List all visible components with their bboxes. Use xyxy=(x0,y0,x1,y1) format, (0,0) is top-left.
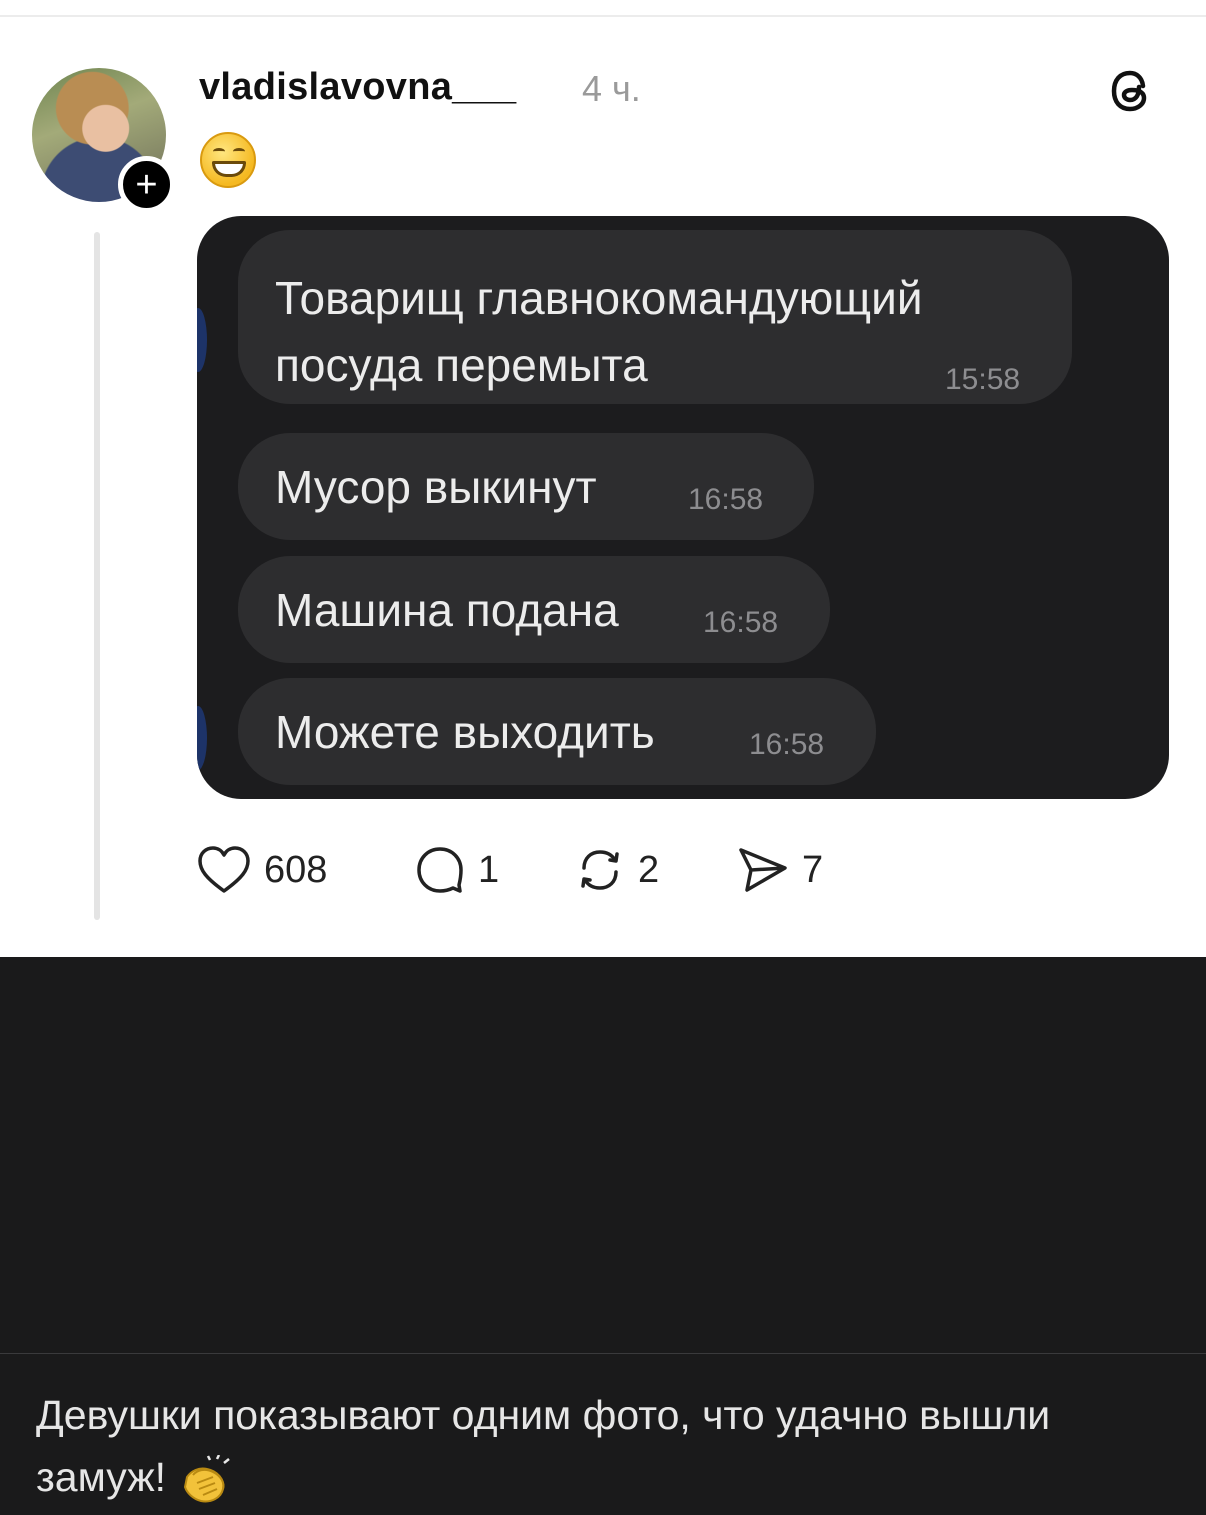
grinning-face-emoji xyxy=(200,132,256,188)
caption-text: Девушки показывают одним фото, что удачн… xyxy=(36,1384,1176,1508)
comment-icon xyxy=(417,847,463,893)
share-icon xyxy=(739,848,787,892)
message-line: Машина подана xyxy=(275,584,619,636)
chat-bubble: Товарищ главнокомандующий посуда перемыт… xyxy=(238,230,1072,404)
clapping-hands-icon xyxy=(184,1455,231,1503)
message-time: 16:58 xyxy=(703,606,779,639)
avatar-edge xyxy=(197,308,207,372)
username[interactable]: vladislavovna___ xyxy=(199,66,516,109)
like-count: 608 xyxy=(264,848,328,891)
threads-post: + vladislavovna___ 4 ч. Товарищ главноко… xyxy=(0,0,1206,957)
message-line: Товарищ главнокомандующий xyxy=(275,272,923,324)
message-time: 16:58 xyxy=(688,483,764,516)
thread-line xyxy=(94,232,100,920)
like-button[interactable]: 608 xyxy=(196,840,327,900)
repost-button[interactable]: 2 xyxy=(574,840,659,900)
message-time: 15:58 xyxy=(945,363,1021,396)
repost-count: 2 xyxy=(638,848,660,891)
heart-icon xyxy=(198,846,250,893)
post-actions: 608 1 2 7 xyxy=(196,840,896,900)
chat-bubble: Машина подана 16:58 xyxy=(238,556,830,663)
reply-count: 1 xyxy=(478,848,500,891)
message-line: Можете выходить xyxy=(275,706,655,758)
message-line: Мусор выкинут xyxy=(275,461,597,513)
caption-area: Девушки показывают одним фото, что удачн… xyxy=(0,1353,1206,1515)
share-count: 7 xyxy=(802,848,824,891)
share-button[interactable]: 7 xyxy=(736,840,823,900)
avatar-edge xyxy=(197,706,207,770)
chat-bubble: Можете выходить 16:58 xyxy=(238,678,876,785)
reply-button[interactable]: 1 xyxy=(414,840,499,900)
post-timestamp: 4 ч. xyxy=(582,68,641,109)
divider xyxy=(0,15,1206,17)
message-line: посуда перемыта xyxy=(275,339,648,391)
follow-button[interactable]: + xyxy=(118,156,175,213)
repost-icon xyxy=(581,850,619,890)
message-time: 16:58 xyxy=(749,728,825,761)
threads-logo-icon[interactable] xyxy=(1104,64,1158,118)
chat-screenshot[interactable]: Товарищ главнокомандующий посуда перемыт… xyxy=(197,216,1169,799)
chat-bubble: Мусор выкинут 16:58 xyxy=(238,433,814,540)
